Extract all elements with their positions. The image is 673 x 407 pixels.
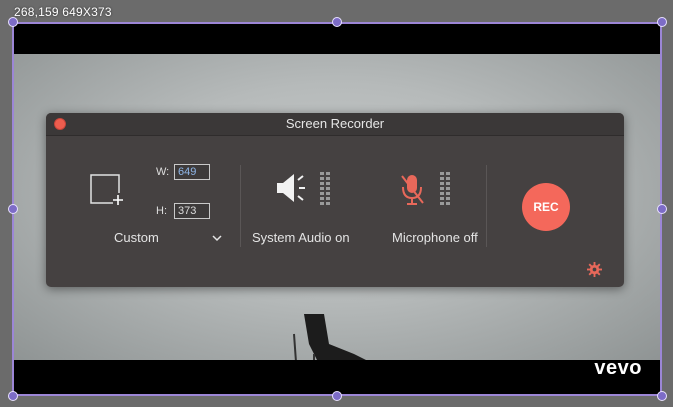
section-divider [486, 165, 487, 247]
microphone-label: Microphone off [392, 230, 478, 245]
region-select-icon[interactable] [90, 174, 124, 208]
resize-handle-bottom-left[interactable] [8, 391, 18, 401]
screen-recorder-panel: Screen Recorder W: H: Custom System Audi… [46, 113, 624, 287]
microphone-muted-icon[interactable] [398, 173, 426, 207]
selection-coordinates-label: 268,159 649X373 [14, 5, 112, 19]
resize-handle-right[interactable] [657, 204, 667, 214]
recorder-title: Screen Recorder [285, 116, 385, 131]
microphone-level-meter [440, 172, 450, 205]
system-audio-label: System Audio on [252, 230, 350, 245]
resize-handle-bottom-right[interactable] [657, 391, 667, 401]
section-divider [240, 165, 241, 247]
width-label: W: [156, 166, 170, 178]
resize-handle-bottom[interactable] [332, 391, 342, 401]
recorder-titlebar[interactable]: Screen Recorder [46, 113, 624, 136]
region-mode-label[interactable]: Custom [114, 230, 159, 245]
height-input[interactable] [174, 203, 210, 219]
record-button[interactable]: REC [522, 183, 570, 231]
speaker-icon[interactable] [274, 171, 308, 205]
resize-handle-top-right[interactable] [657, 17, 667, 27]
system-audio-level-meter [320, 172, 330, 205]
gear-icon[interactable] [587, 262, 602, 277]
resize-handle-top[interactable] [332, 17, 342, 27]
height-label: H: [156, 205, 167, 217]
chevron-down-icon[interactable] [212, 234, 222, 242]
resize-handle-left[interactable] [8, 204, 18, 214]
width-input[interactable] [174, 164, 210, 180]
resize-handle-top-left[interactable] [8, 17, 18, 27]
